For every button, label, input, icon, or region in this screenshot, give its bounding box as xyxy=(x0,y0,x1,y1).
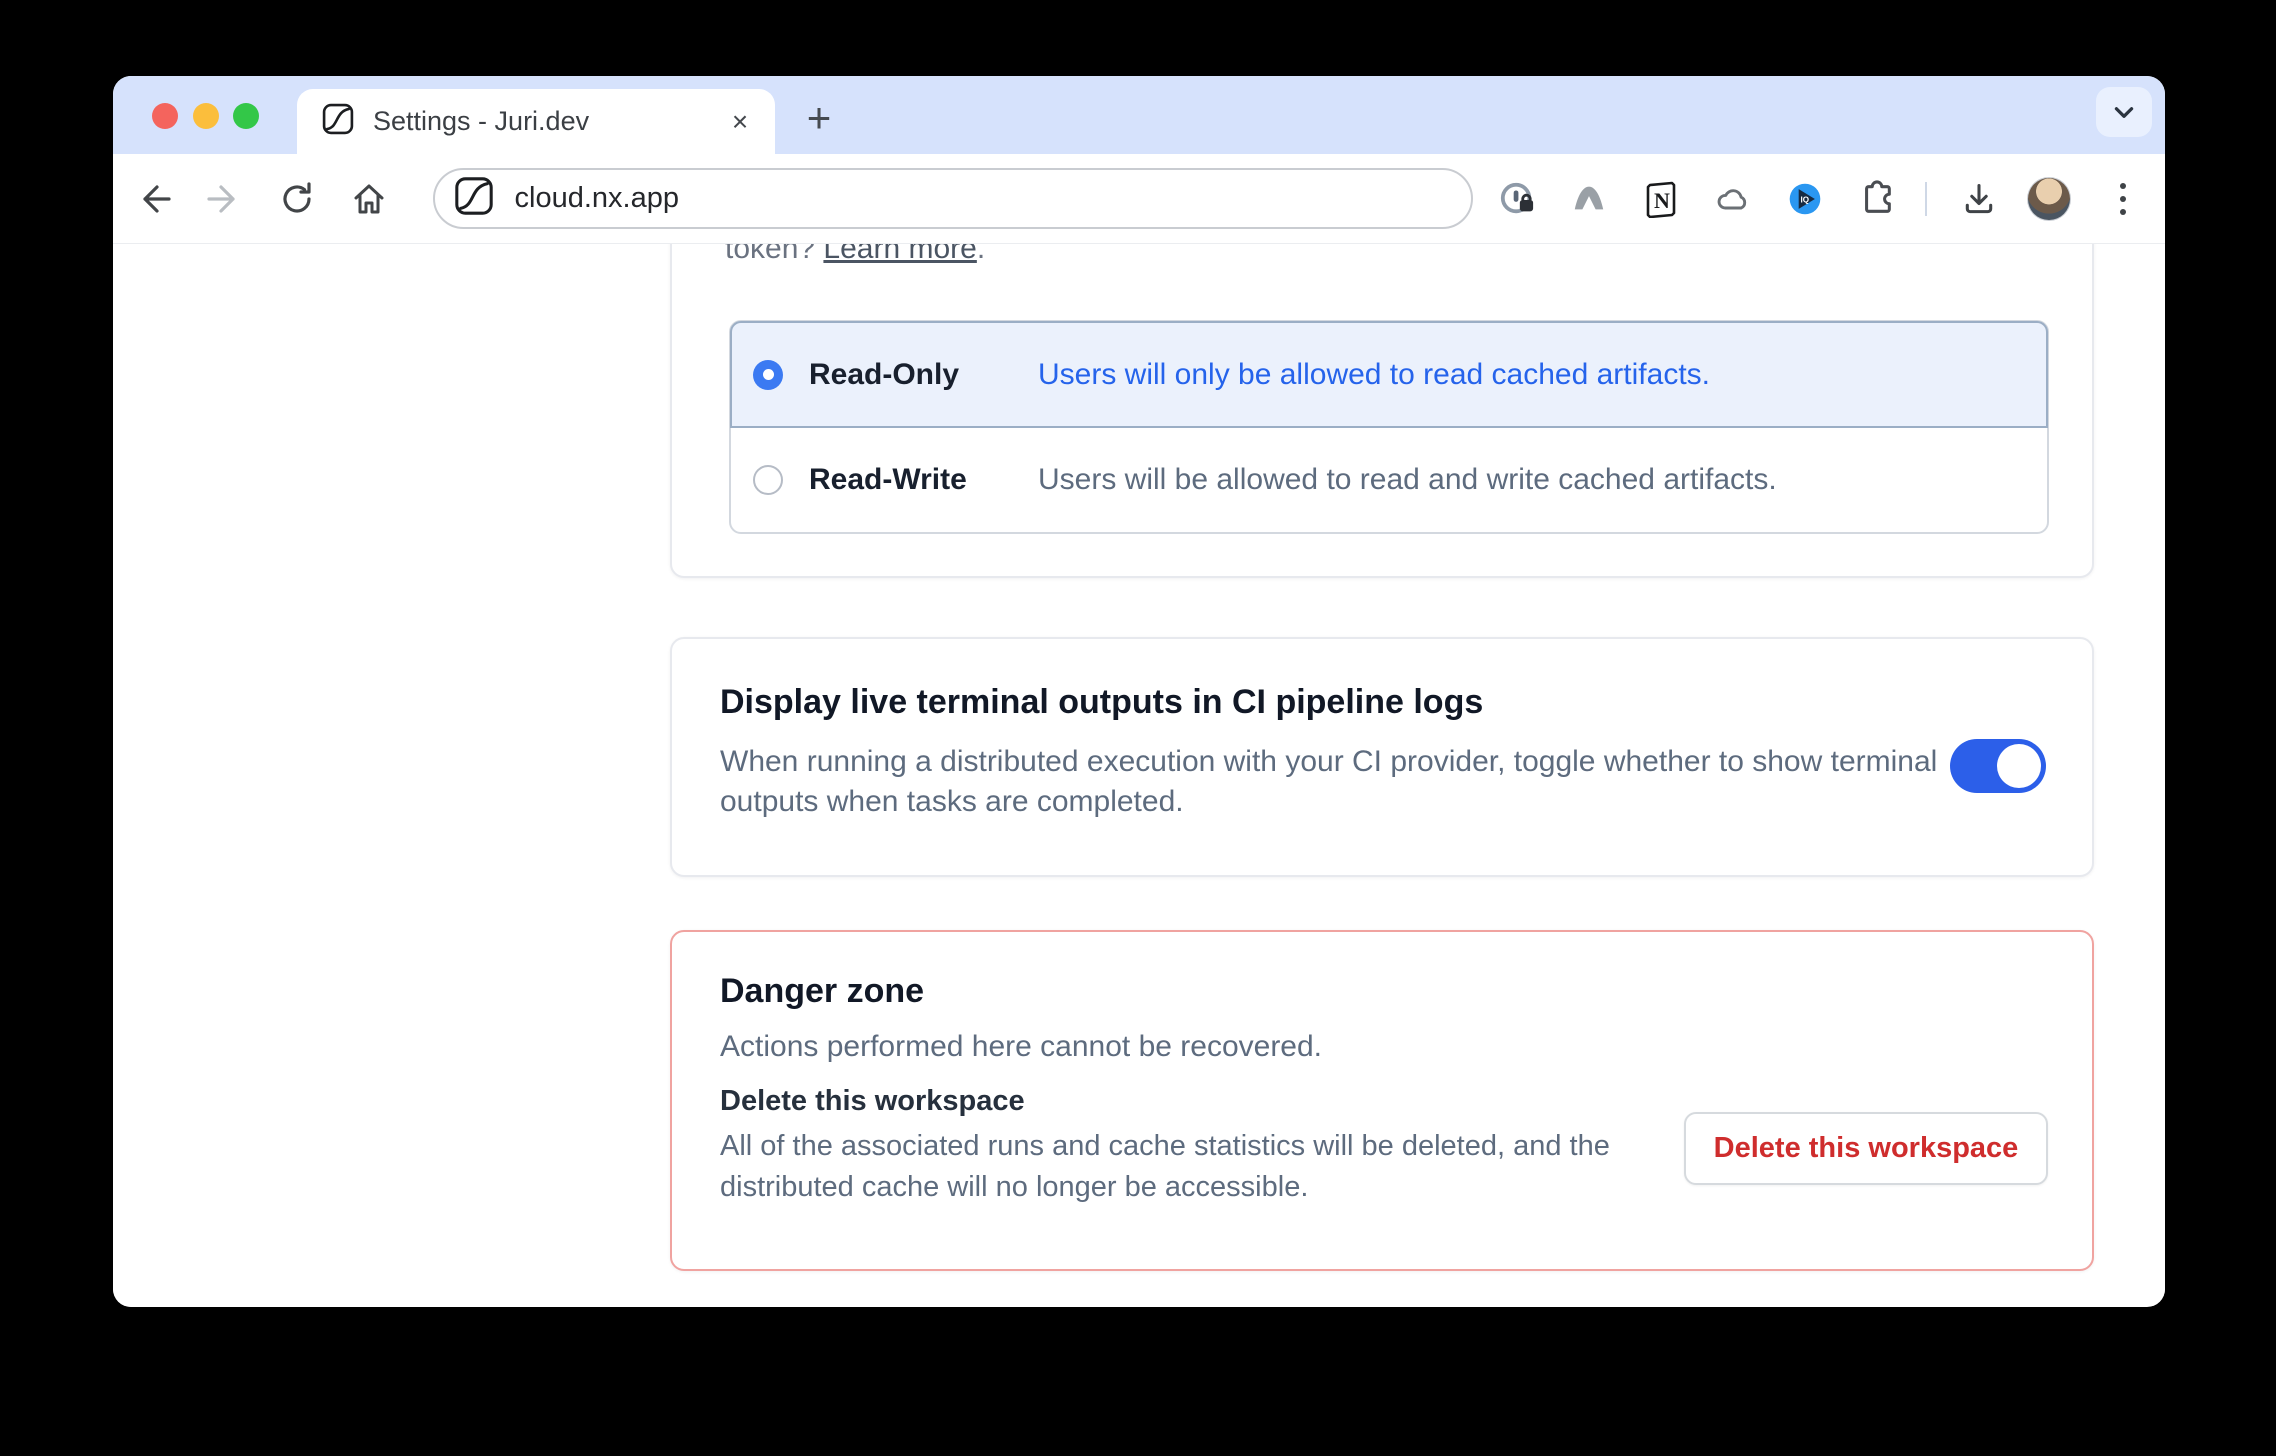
toggle-knob xyxy=(1997,744,2041,788)
access-control-card: token? Learn more. Read-Only Users will … xyxy=(670,244,2094,578)
address-bar[interactable]: cloud.nx.app xyxy=(433,168,1474,229)
danger-zone-title: Danger zone xyxy=(720,972,2044,1011)
vpn-mountain-icon[interactable] xyxy=(1571,181,1607,217)
close-tab-icon[interactable]: × xyxy=(725,107,755,137)
delete-workspace-description: All of the associated runs and cache sta… xyxy=(720,1126,1625,1208)
download-icon xyxy=(1961,179,1997,219)
delete-workspace-button[interactable]: Delete this workspace xyxy=(1684,1112,2048,1185)
terminal-outputs-card: Display live terminal outputs in CI pipe… xyxy=(670,637,2094,877)
radio-option-description: Users will only be allowed to read cache… xyxy=(1038,358,1710,392)
learn-more-link[interactable]: Learn more xyxy=(823,244,976,265)
new-tab-button[interactable]: + xyxy=(799,98,839,138)
onepassword-icon[interactable] xyxy=(1499,181,1535,217)
tab-strip: Settings - Juri.dev × + xyxy=(113,76,2165,154)
radio-option-description: Users will be allowed to read and write … xyxy=(1038,463,1777,497)
downloads-button[interactable] xyxy=(1961,181,1997,217)
browser-menu-button[interactable] xyxy=(2105,183,2141,215)
reload-button[interactable] xyxy=(277,179,317,219)
access-mode-radio-group: Read-Only Users will only be allowed to … xyxy=(729,320,2049,534)
close-window-button[interactable] xyxy=(152,103,178,129)
iq-player-icon[interactable]: IQ xyxy=(1787,181,1823,217)
extensions-puzzle-icon[interactable] xyxy=(1859,181,1895,217)
token-help-suffix: . xyxy=(977,244,985,265)
minimize-window-button[interactable] xyxy=(193,103,219,129)
tab-title: Settings - Juri.dev xyxy=(373,106,725,137)
radio-option-label: Read-Write xyxy=(809,463,1038,497)
tab-favicon-nx-icon xyxy=(321,102,355,141)
profile-avatar[interactable] xyxy=(2027,177,2071,221)
tab-search-button[interactable] xyxy=(2096,87,2152,137)
extension-icons: N IQ xyxy=(1499,181,1895,217)
site-nx-icon xyxy=(453,175,495,222)
radio-selected-icon[interactable] xyxy=(753,360,783,390)
svg-text:IQ: IQ xyxy=(1801,195,1810,204)
reload-icon xyxy=(279,181,315,217)
kebab-dot xyxy=(2120,196,2126,202)
forward-arrow-icon xyxy=(207,181,243,217)
cloud-sync-icon[interactable] xyxy=(1715,181,1751,217)
radio-option-label: Read-Only xyxy=(809,358,1038,392)
home-button[interactable] xyxy=(349,179,389,219)
radio-option-read-write[interactable]: Read-Write Users will be allowed to read… xyxy=(731,427,2047,532)
tab-settings[interactable]: Settings - Juri.dev × xyxy=(297,89,775,154)
radio-unselected-icon[interactable] xyxy=(753,465,783,495)
chevron-down-icon xyxy=(2111,99,2137,125)
token-help-text: token? Learn more. xyxy=(725,244,985,266)
forward-button[interactable] xyxy=(205,179,245,219)
page-content: token? Learn more. Read-Only Users will … xyxy=(113,244,2165,1306)
kebab-dot xyxy=(2120,183,2126,189)
terminal-outputs-toggle[interactable] xyxy=(1950,739,2046,793)
kebab-dot xyxy=(2120,209,2126,215)
toolbar-divider xyxy=(1925,182,1927,216)
token-help-prefix: token? xyxy=(725,244,823,265)
browser-toolbar: cloud.nx.app xyxy=(113,154,2165,244)
url-text: cloud.nx.app xyxy=(515,182,679,215)
svg-text:N: N xyxy=(1654,188,1670,213)
danger-zone-subtitle: Actions performed here cannot be recover… xyxy=(720,1027,2044,1067)
fullscreen-window-button[interactable] xyxy=(233,103,259,129)
radio-option-read-only[interactable]: Read-Only Users will only be allowed to … xyxy=(731,322,2047,427)
home-icon xyxy=(351,181,387,217)
back-button[interactable] xyxy=(133,179,173,219)
back-arrow-icon xyxy=(135,181,171,217)
danger-zone-card: Danger zone Actions performed here canno… xyxy=(670,930,2094,1271)
desktop-background: Settings - Juri.dev × + xyxy=(0,0,2276,1456)
terminal-card-description: When running a distributed execution wit… xyxy=(720,742,1960,822)
notion-icon[interactable]: N xyxy=(1643,181,1679,217)
terminal-card-title: Display live terminal outputs in CI pipe… xyxy=(720,683,2044,722)
browser-window: Settings - Juri.dev × + xyxy=(113,76,2165,1307)
